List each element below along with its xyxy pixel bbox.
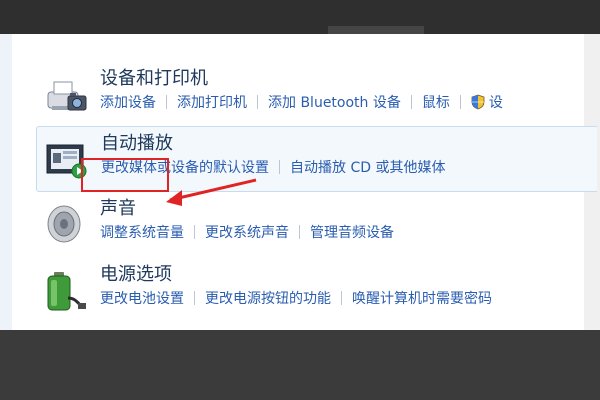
battery-icon[interactable]: [42, 268, 90, 314]
change-system-sounds-link[interactable]: 更改系统声音: [205, 225, 289, 241]
add-device-link[interactable]: 添加设备: [100, 95, 156, 111]
change-media-defaults-link[interactable]: 更改媒体或设备的默认设置: [101, 160, 269, 176]
manage-audio-devices-link[interactable]: 管理音频设备: [310, 225, 394, 241]
link-divider: [459, 95, 461, 109]
adjust-system-volume-link[interactable]: 调整系统音量: [100, 225, 184, 241]
link-divider: [257, 95, 258, 109]
category-autoplay: 自动播放 更改媒体或设备的默认设置 自动播放 CD 或其他媒体: [36, 126, 597, 192]
panel-left-edge: [0, 34, 12, 330]
link-divider: [279, 160, 280, 174]
control-panel-content: 设备和打印机 添加设备 添加打印机 添加 Bluetooth 设备 鼠标 设 自动播放 …: [0, 34, 600, 330]
category-title[interactable]: 声音: [100, 194, 136, 220]
add-printer-link[interactable]: 添加打印机: [177, 95, 247, 111]
category-title[interactable]: 自动播放: [101, 129, 173, 155]
link-divider: [341, 291, 342, 305]
category-title[interactable]: 设备和打印机: [100, 64, 208, 90]
change-power-buttons-link[interactable]: 更改电源按钮的功能: [205, 291, 331, 307]
bottom-dark-area: [0, 330, 600, 400]
category-sound: 声音 调整系统音量 更改系统声音 管理音频设备: [36, 192, 596, 256]
link-divider: [194, 225, 195, 239]
autoplay-icon[interactable]: [43, 137, 91, 183]
category-links: 更改电池设置 更改电源按钮的功能 唤醒计算机时需要密码: [100, 288, 492, 308]
category-title[interactable]: 电源选项: [100, 260, 172, 286]
uac-shield-icon: [471, 94, 485, 114]
category-links: 调整系统音量 更改系统声音 管理音频设备: [100, 222, 394, 242]
add-bluetooth-device-link[interactable]: 添加 Bluetooth 设备: [268, 95, 401, 111]
category-power-options: 电源选项 更改电池设置 更改电源按钮的功能 唤醒计算机时需要密码: [36, 258, 596, 322]
link-divider: [166, 95, 167, 109]
link-divider: [410, 95, 412, 109]
printer-camera-icon[interactable]: [42, 72, 90, 118]
device-manager-link[interactable]: 设: [489, 95, 503, 111]
category-devices-printers: 设备和打印机 添加设备 添加打印机 添加 Bluetooth 设备 鼠标 设: [36, 62, 596, 126]
change-battery-settings-link[interactable]: 更改电池设置: [100, 291, 184, 307]
category-links: 添加设备 添加打印机 添加 Bluetooth 设备 鼠标 设: [100, 92, 503, 114]
top-tab-shape: [328, 26, 424, 34]
link-divider: [194, 291, 195, 305]
top-dark-strip: [0, 0, 600, 34]
require-password-on-wake-link[interactable]: 唤醒计算机时需要密码: [352, 291, 492, 307]
mouse-link[interactable]: 鼠标: [422, 95, 450, 111]
speaker-icon[interactable]: [42, 202, 90, 248]
link-divider: [299, 225, 300, 239]
autoplay-cd-link[interactable]: 自动播放 CD 或其他媒体: [290, 160, 445, 176]
category-links: 更改媒体或设备的默认设置 自动播放 CD 或其他媒体: [101, 157, 445, 177]
